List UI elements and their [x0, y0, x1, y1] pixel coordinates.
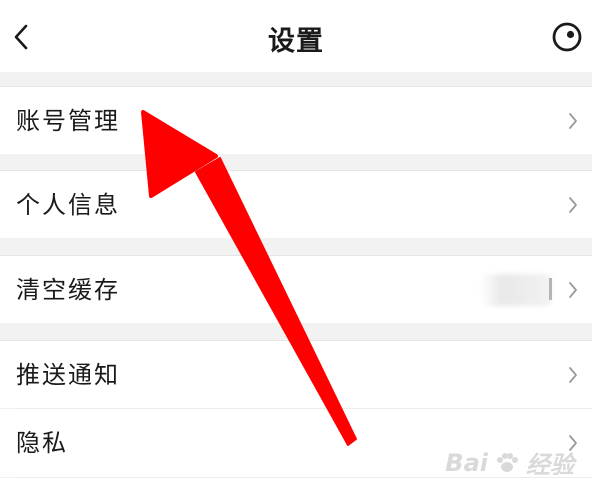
lens-button[interactable] [550, 20, 584, 54]
watermark-suffix: 经验 [526, 451, 574, 479]
chevron-left-icon [14, 24, 28, 50]
top-bar: 设置 [0, 0, 592, 72]
settings-item-label: 隐私 [16, 429, 68, 457]
paw-icon [497, 452, 518, 472]
settings-item-push-notification[interactable]: 推送通知 [0, 340, 592, 408]
settings-item-label: 个人信息 [16, 191, 120, 219]
chevron-right-icon [569, 197, 577, 213]
page-title: 设置 [268, 26, 324, 57]
cache-size-indicator [549, 278, 552, 300]
chevron-right-icon [569, 367, 577, 383]
camera-lens-icon [552, 22, 582, 52]
settings-item-partial[interactable] [0, 478, 592, 500]
chevron-right-icon [569, 282, 577, 298]
settings-item-account[interactable]: 账号管理 [0, 86, 592, 154]
watermark-text: Bai [445, 448, 488, 477]
settings-item-label: 清空缓存 [16, 276, 120, 304]
settings-item-profile[interactable]: 个人信息 [0, 170, 592, 238]
cache-size-value-blurred [480, 274, 552, 306]
settings-item-label: 推送通知 [16, 361, 120, 389]
back-button[interactable] [6, 20, 36, 54]
chevron-right-icon [569, 113, 577, 129]
settings-item-clear-cache[interactable]: 清空缓存 [0, 255, 592, 323]
settings-item-label: 账号管理 [16, 107, 120, 135]
baidu-watermark: Bai 经验 [445, 445, 574, 480]
